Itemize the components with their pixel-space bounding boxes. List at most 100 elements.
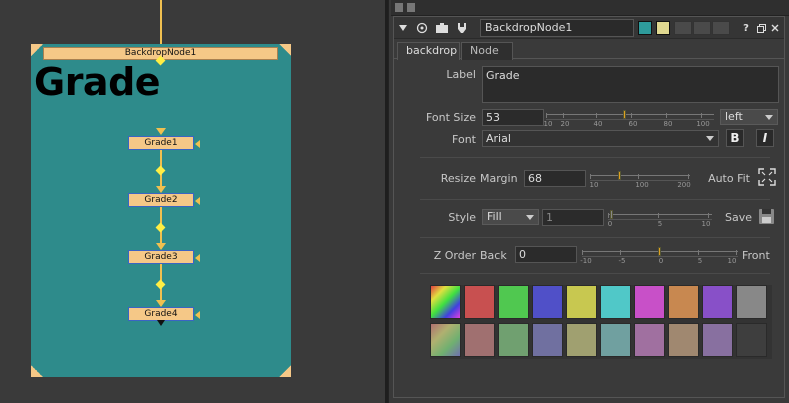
- backdrop-corner-br[interactable]: [279, 365, 291, 377]
- swatch-gray[interactable]: [736, 285, 767, 319]
- toolbar-icon[interactable]: [395, 3, 403, 12]
- swatch-green[interactable]: [498, 285, 529, 319]
- label-text-area[interactable]: Grade: [482, 66, 779, 103]
- backdrop-label: Grade: [34, 60, 161, 104]
- swatch-yellow[interactable]: [566, 285, 597, 319]
- chevron-down-icon: [526, 215, 534, 220]
- node-name-field[interactable]: BackdropNode1: [480, 19, 634, 37]
- node-grade3[interactable]: Grade3: [128, 250, 200, 264]
- font-size-input[interactable]: 53: [482, 109, 544, 126]
- node-view-icon[interactable]: [454, 20, 470, 36]
- swatch-magenta-muted[interactable]: [634, 323, 665, 357]
- z-order-slider[interactable]: -10 -5 0 5 10: [580, 246, 738, 268]
- tab-backdrop[interactable]: backdrop: [397, 42, 460, 60]
- swatch-rainbow[interactable]: [430, 285, 461, 319]
- tick-label: 60: [628, 120, 638, 128]
- margin-slider[interactable]: 10 100 200: [589, 170, 691, 192]
- wire-arrow: [156, 128, 166, 135]
- bold-button[interactable]: B: [726, 129, 744, 147]
- style-dropdown[interactable]: Fill: [482, 209, 539, 225]
- backdrop-corner-tr[interactable]: [279, 44, 291, 56]
- tick-label: 10: [543, 120, 553, 128]
- margin-label: Margin: [480, 172, 518, 185]
- toolbar-icon[interactable]: [407, 3, 415, 12]
- center-node-icon[interactable]: [414, 20, 430, 36]
- font-size-label: Font Size: [425, 111, 476, 124]
- front-label: Front: [742, 249, 770, 262]
- node-grade4[interactable]: Grade4: [128, 307, 200, 321]
- tick-label: -10: [580, 257, 592, 265]
- dropdown-value: Fill: [487, 210, 502, 223]
- swatch-purple[interactable]: [702, 285, 733, 319]
- opacity-slider[interactable]: 0 5 10: [608, 209, 712, 231]
- node-grade2[interactable]: Grade2: [128, 193, 200, 207]
- tick-label: 0: [607, 220, 613, 228]
- slider-handle[interactable]: [658, 247, 661, 256]
- swatch-dark[interactable]: [736, 323, 767, 357]
- auto-fit-icon[interactable]: [758, 168, 776, 186]
- swatch-cyan[interactable]: [600, 285, 631, 319]
- color-swatch-grid: [430, 285, 772, 359]
- swatch-magenta[interactable]: [634, 285, 665, 319]
- tick-label: 40: [593, 120, 603, 128]
- chevron-down-icon: [706, 136, 714, 141]
- swatch-rainbow-muted[interactable]: [430, 323, 461, 357]
- properties-titlebar: BackdropNode1 ?: [394, 17, 784, 39]
- text-align-dropdown[interactable]: left: [720, 109, 778, 125]
- tick-label: 10: [727, 257, 737, 265]
- mask-input-arrow: [195, 140, 200, 148]
- tick-label: 5: [657, 220, 663, 228]
- node-grade1[interactable]: Grade1: [128, 136, 200, 150]
- font-size-slider[interactable]: 10 20 40 60 80 100: [543, 109, 714, 131]
- node-settings-icon[interactable]: [434, 20, 450, 36]
- swatch-red-muted[interactable]: [464, 323, 495, 357]
- font-color-swatch[interactable]: [656, 21, 670, 35]
- dropdown-value: left: [725, 110, 743, 123]
- tab-node[interactable]: Node: [461, 42, 513, 60]
- float-panel-icon[interactable]: [755, 20, 767, 36]
- swatch-blue[interactable]: [532, 285, 563, 319]
- properties-toolbar: [391, 0, 789, 16]
- tick-label: 20: [560, 120, 570, 128]
- help-icon[interactable]: ?: [741, 20, 751, 36]
- save-icon[interactable]: [758, 208, 775, 225]
- divider: [420, 157, 770, 158]
- redo-icon[interactable]: [693, 21, 711, 35]
- collapse-arrow-icon[interactable]: [398, 20, 408, 36]
- swatch-blue-muted[interactable]: [532, 323, 563, 357]
- swatch-orange[interactable]: [668, 285, 699, 319]
- backdrop-corner-bl[interactable]: [31, 365, 43, 377]
- tick-label: 100: [635, 181, 649, 189]
- slider-handle[interactable]: [618, 171, 621, 180]
- label-label: Label: [446, 68, 476, 81]
- slider-handle[interactable]: [610, 210, 613, 219]
- slider-handle[interactable]: [623, 110, 626, 119]
- revert-icon[interactable]: [712, 21, 730, 35]
- undo-icon[interactable]: [674, 21, 692, 35]
- properties-panel: BackdropNode1 ? backdrop Node Label Grad…: [388, 0, 789, 403]
- chevron-down-icon: [765, 115, 773, 120]
- style-label: Style: [448, 211, 476, 224]
- backdrop-corner-tl[interactable]: [31, 44, 43, 56]
- swatch-yellow-muted[interactable]: [566, 323, 597, 357]
- tick-label: 10: [589, 181, 599, 189]
- swatch-red[interactable]: [464, 285, 495, 319]
- wire-arrow: [156, 300, 166, 307]
- divider: [420, 199, 770, 200]
- mask-input-arrow: [195, 254, 200, 262]
- auto-fit-label: Auto Fit: [708, 172, 750, 185]
- swatch-purple-muted[interactable]: [702, 323, 733, 357]
- font-select[interactable]: Arial: [482, 130, 719, 147]
- swatch-orange-muted[interactable]: [668, 323, 699, 357]
- tile-color-swatch[interactable]: [638, 21, 652, 35]
- tick-label: -5: [618, 257, 626, 265]
- close-icon[interactable]: [770, 20, 780, 36]
- z-order-input[interactable]: 0: [515, 246, 577, 263]
- swatch-cyan-muted[interactable]: [600, 323, 631, 357]
- opacity-input[interactable]: 1: [542, 209, 604, 226]
- mask-input-arrow: [195, 311, 200, 319]
- swatch-green-muted[interactable]: [498, 323, 529, 357]
- italic-button[interactable]: I: [756, 129, 774, 147]
- margin-input[interactable]: 68: [524, 170, 586, 187]
- node-graph[interactable]: BackdropNode1 Grade Grade1 Grade2 Grade3…: [0, 0, 385, 403]
